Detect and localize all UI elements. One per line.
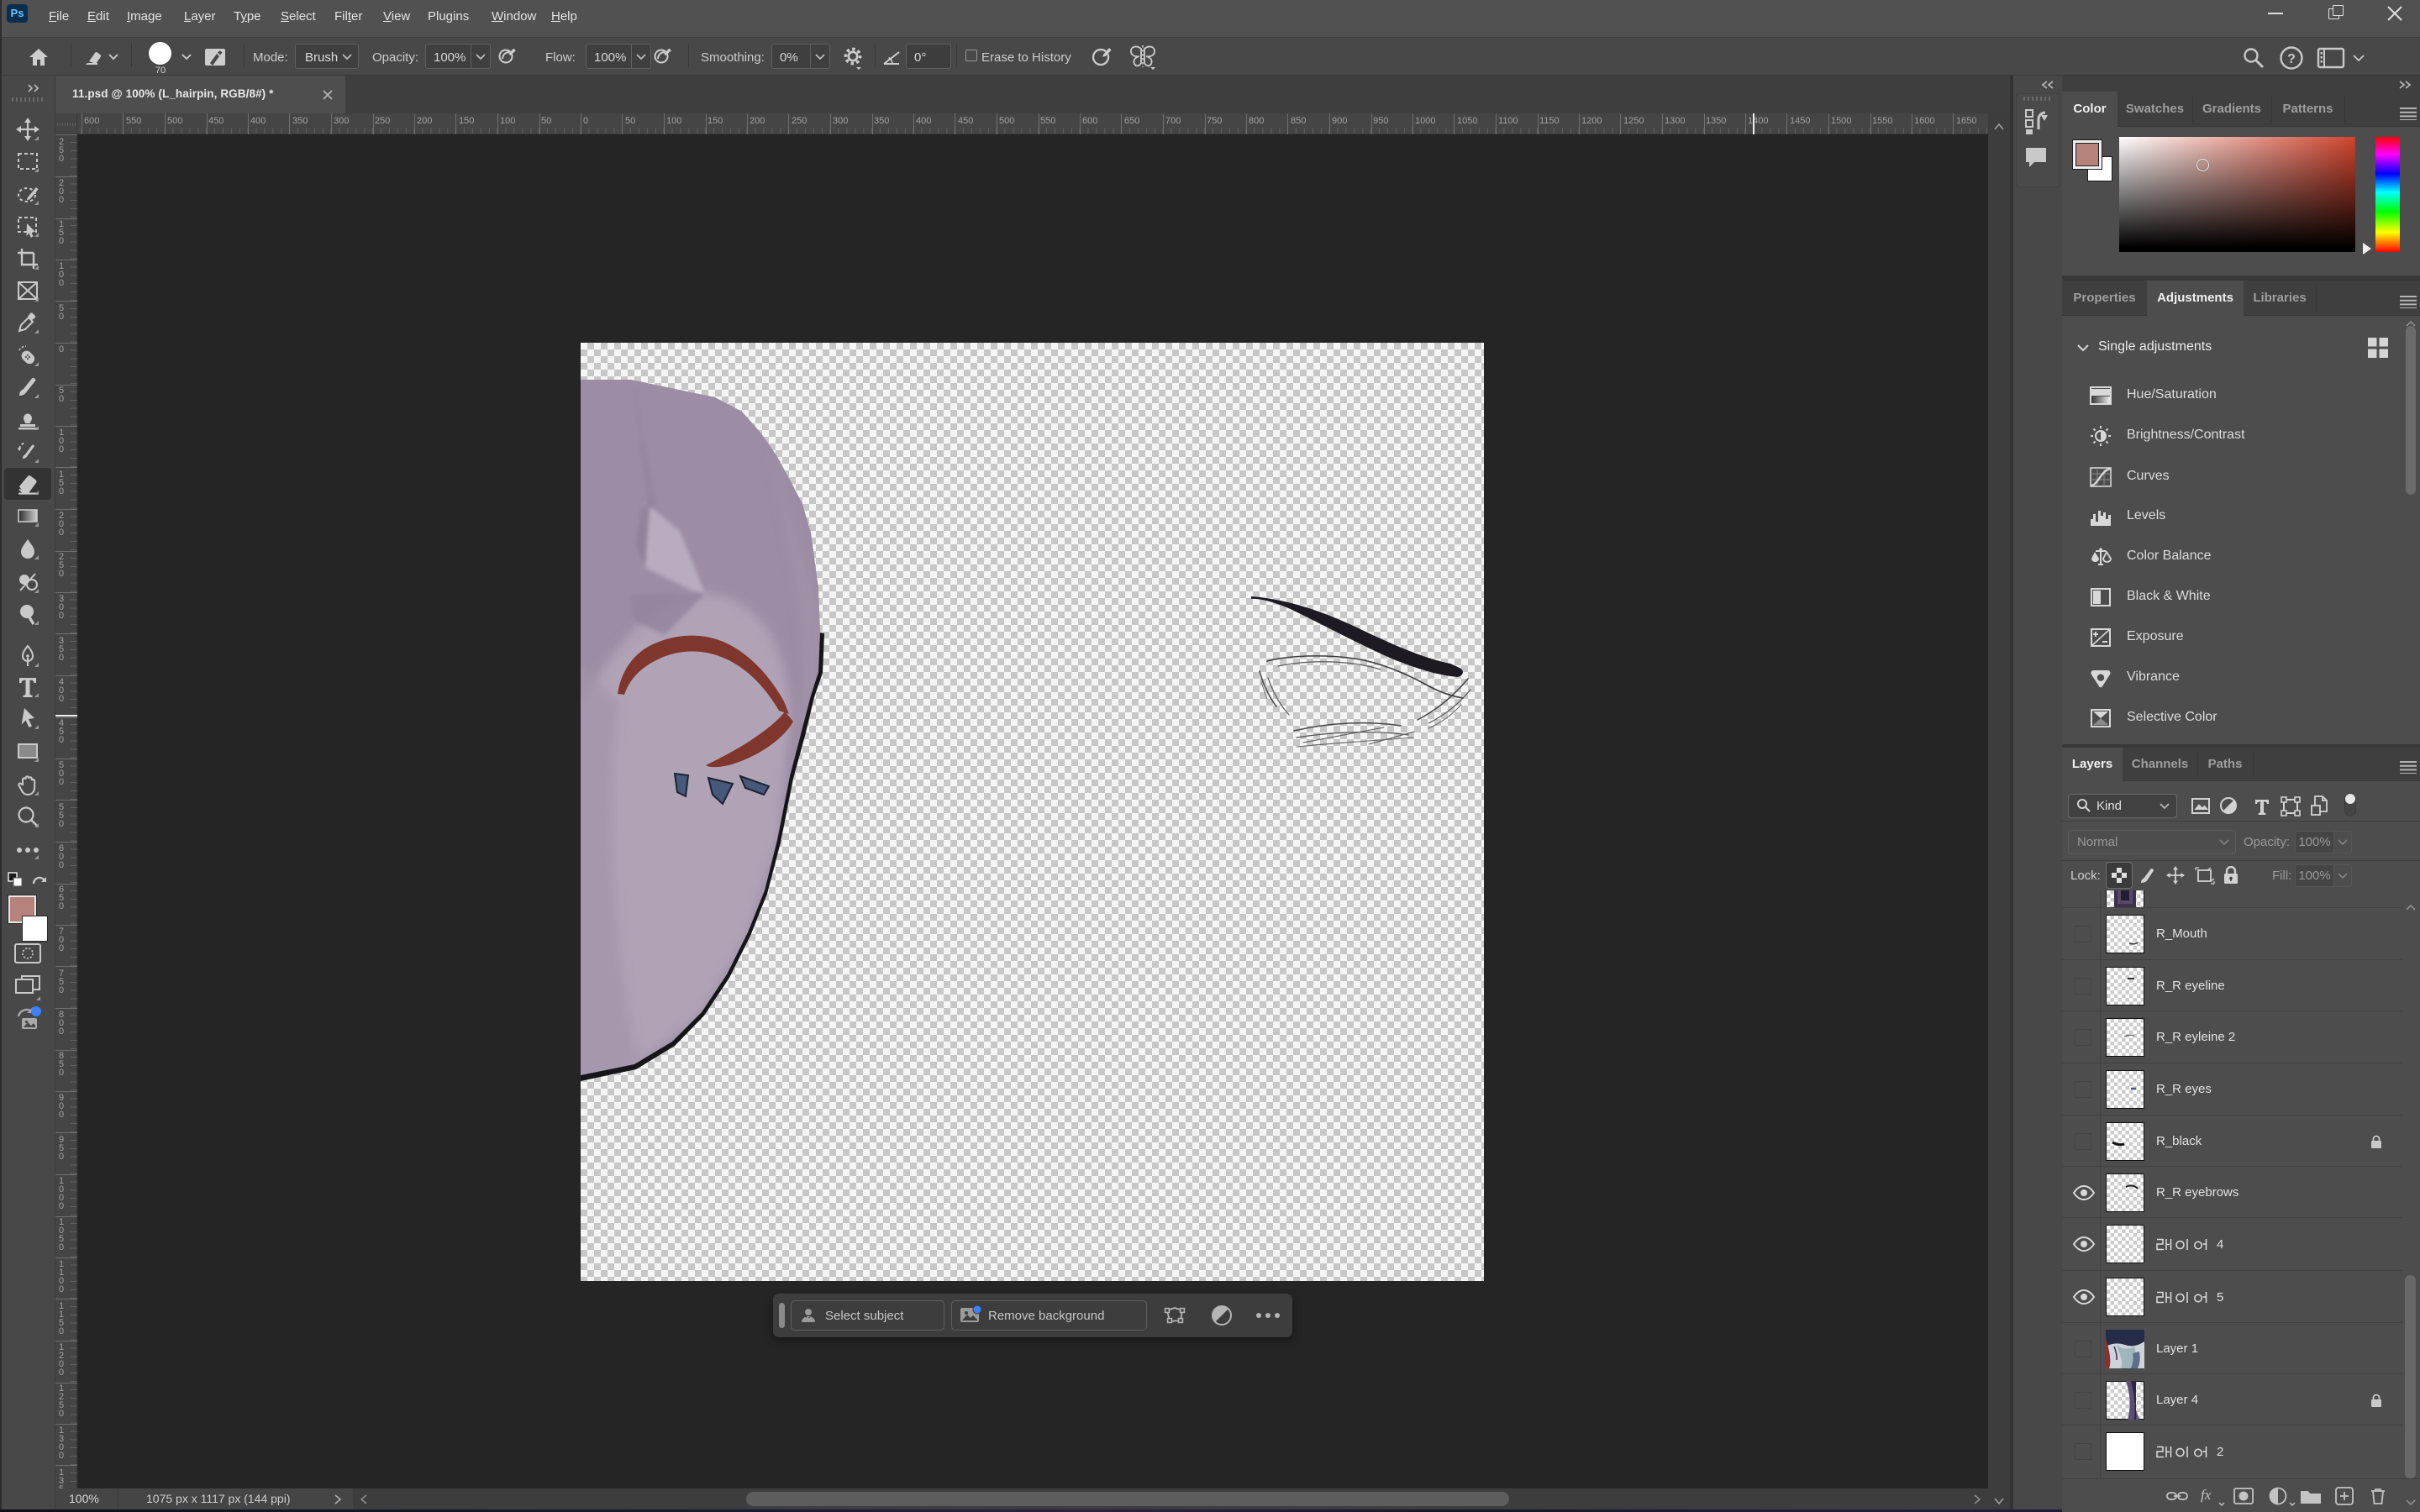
svg-text:?: ? bbox=[2287, 52, 2296, 66]
